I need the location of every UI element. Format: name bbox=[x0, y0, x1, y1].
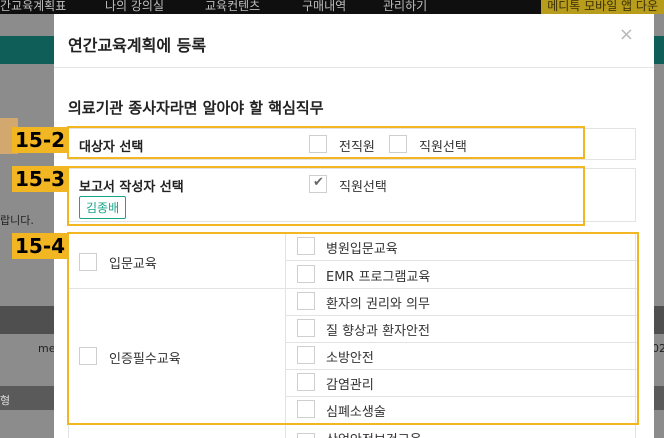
item-label: 산업안전보건교육 bbox=[326, 429, 422, 438]
annotation-box-15-3 bbox=[67, 166, 585, 226]
nav-item-purchases[interactable]: 구매내역 bbox=[302, 0, 346, 14]
background-row-text: me bbox=[38, 342, 56, 355]
background-bottom-text: 형 bbox=[0, 394, 11, 407]
nav-item-manage[interactable]: 관리하기 bbox=[383, 0, 427, 14]
item-checkbox[interactable] bbox=[297, 433, 315, 438]
nav-item-annual-plan[interactable]: 간교육계획표 bbox=[0, 0, 66, 14]
nav-item-content[interactable]: 교육컨텐츠 bbox=[205, 0, 260, 14]
modal-title: 연간교육계획에 등록 bbox=[68, 36, 207, 55]
annotation-box-15-4 bbox=[67, 232, 639, 425]
annotation-label-15-4: 15-4 bbox=[12, 233, 69, 259]
annotation-label-15-3: 15-3 bbox=[12, 166, 69, 192]
course-title: 의료기관 종사자라면 알아야 할 핵심직무 bbox=[68, 99, 324, 117]
background-side-text: 랍니다. bbox=[0, 214, 34, 227]
background-top-nav: 간교육계획표 나의 강의실 교육컨텐츠 구매내역 관리하기 메디톡 모바일 앱 … bbox=[0, 0, 664, 14]
modal-header: 연간교육계획에 등록 × bbox=[54, 14, 654, 68]
close-icon[interactable]: × bbox=[619, 24, 634, 45]
annotation-label-15-2: 15-2 bbox=[12, 127, 69, 153]
annotation-box-15-2 bbox=[67, 126, 585, 159]
nav-item-my-classroom[interactable]: 나의 강의실 bbox=[105, 0, 164, 14]
mobile-app-promo[interactable]: 메디톡 모바일 앱 다운 bbox=[541, 0, 664, 14]
